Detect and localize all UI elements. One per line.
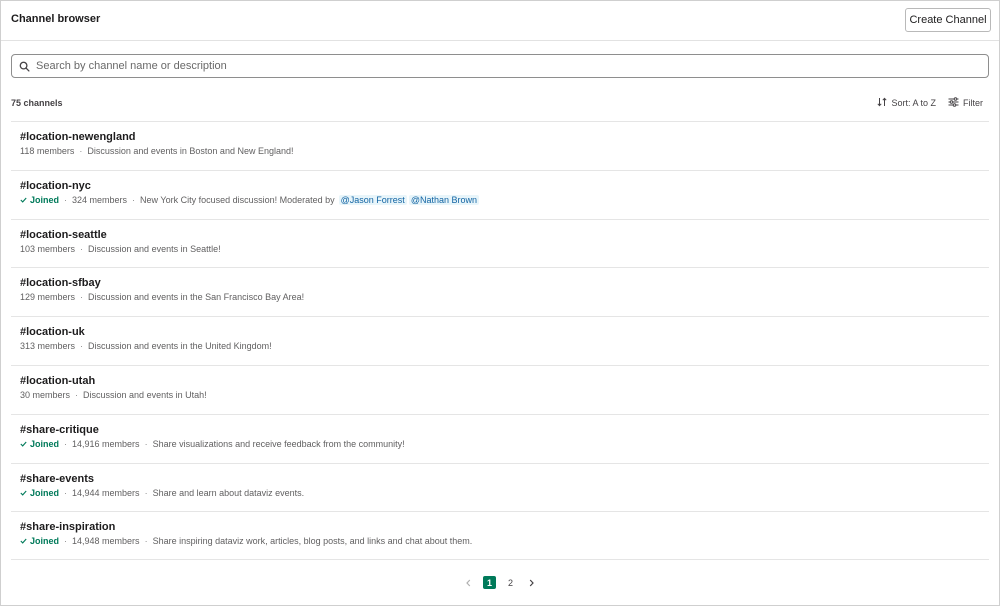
channel-row[interactable]: #location-uk 313 members · Discussion and e… [11, 316, 989, 365]
channel-description: Discussion and events in Utah! [83, 389, 207, 400]
channel-row[interactable]: #share-inspiration Joined · 14,948 members ·… [11, 511, 989, 561]
channel-description: Discussion and events in the San Francis… [88, 292, 305, 303]
channel-name[interactable]: #share-critique [20, 424, 99, 436]
channel-name[interactable]: #location-seattle [20, 229, 107, 241]
chevron-left-icon[interactable] [462, 576, 475, 589]
check-icon [20, 441, 27, 447]
channel-row[interactable]: #share-critique Joined · 14,916 members · Sha… [11, 413, 989, 463]
joined-badge: Joined [20, 488, 59, 498]
check-icon [20, 197, 27, 203]
channel-description: Share visualizations and receive feedbac… [152, 438, 405, 449]
channel-count: 75 channels [11, 98, 63, 108]
channel-name[interactable]: #share-inspiration [20, 521, 115, 533]
member-count: 129 members [20, 292, 76, 303]
member-count: 14,944 members [72, 487, 140, 498]
check-icon [20, 539, 27, 545]
page-2-button[interactable]: 2 [504, 576, 517, 589]
channel-name[interactable]: #location-nyc [20, 180, 91, 192]
channel-row[interactable]: #location-nyc Joined · 324 members · New York… [11, 169, 989, 219]
channel-row[interactable]: #location-utah 30 members · Discussion and … [11, 364, 989, 414]
check-icon [20, 490, 27, 496]
page-1-button[interactable]: 1 [483, 576, 496, 589]
channel-meta: Joined · 324 members · New York City focused… [20, 194, 479, 205]
separator-dot: · [144, 487, 148, 498]
channel-row[interactable]: #share-events Joined · 14,944 members · Share… [11, 462, 989, 512]
page-title: Channel browser [11, 13, 101, 25]
channel-meta: 118 members · Discussion and events in Bos… [20, 146, 294, 156]
channel-meta: Joined · 14,948 members · Share inspiring da… [20, 536, 472, 546]
channel-name[interactable]: #location-newengland [20, 131, 136, 143]
chevron-right-icon[interactable] [525, 576, 538, 589]
channel-name[interactable]: #location-uk [20, 326, 85, 338]
separator-dot: · [64, 487, 68, 498]
separator-dot: · [64, 438, 68, 449]
member-count: 324 members [72, 194, 128, 205]
user-mention[interactable]: @Nathan Brown [408, 194, 479, 205]
member-count: 118 members [20, 146, 75, 156]
separator-dot: · [75, 389, 79, 400]
channel-description: Share inspiring dataviz work, articles, … [152, 536, 473, 547]
channel-meta: 30 members · Discussion and events in Utah… [20, 390, 207, 400]
channel-row[interactable]: #location-newengland 118 members · Discussi… [11, 121, 989, 170]
channel-meta: 313 members · Discussion and events in the… [20, 341, 272, 351]
channel-name[interactable]: #location-utah [20, 375, 95, 387]
sort-button[interactable]: Sort: A to Z [877, 97, 936, 109]
member-count: 313 members [20, 341, 76, 352]
member-count: 30 members [20, 389, 71, 400]
create-channel-button[interactable]: Create Channel [905, 8, 991, 32]
joined-label: Joined [30, 438, 60, 449]
separator-dot: · [144, 536, 148, 547]
member-count: 14,916 members [72, 438, 140, 449]
separator-dot: · [80, 341, 84, 352]
header: Channel browser Create Channel [1, 1, 999, 41]
channel-description: Discussion and events in the United King… [88, 341, 272, 352]
separator-dot: · [132, 194, 136, 205]
channel-name[interactable]: #location-sfbay [20, 277, 101, 289]
channel-row[interactable]: #location-sfbay 129 members · Discussion an… [11, 267, 989, 316]
joined-label: Joined [30, 487, 60, 498]
joined-badge: Joined [20, 439, 59, 449]
sort-icon [877, 97, 888, 109]
filter-label: Filter [963, 98, 983, 108]
list-toolbar: Sort: A to Z Filter [877, 97, 983, 109]
separator-dot: · [64, 536, 68, 547]
sort-label: Sort: A to Z [891, 98, 936, 108]
channel-row[interactable]: #location-seattle 103 members · Discussion … [11, 218, 989, 268]
joined-label: Joined [30, 194, 60, 205]
joined-label: Joined [30, 536, 60, 547]
separator-dot: · [79, 146, 83, 156]
channel-list: #location-newengland 118 members · Discussi… [11, 121, 989, 561]
channel-meta: 129 members · Discussion and events in the… [20, 292, 304, 302]
channel-description: Discussion and events in Boston and New … [87, 146, 294, 156]
joined-badge: Joined [20, 195, 59, 205]
separator-dot: · [80, 292, 84, 303]
channel-description: Discussion and events in Seattle! [88, 243, 221, 254]
pagination: 1 2 [1, 576, 999, 589]
user-mention[interactable]: @Jason Forrest [338, 194, 407, 205]
member-count: 14,948 members [72, 536, 140, 547]
channel-description: Share and learn about dataviz events. [152, 487, 305, 498]
channel-meta: Joined · 14,916 members · Share visualizatio… [20, 439, 405, 449]
channel-name[interactable]: #share-events [20, 473, 94, 485]
filter-icon [948, 97, 959, 109]
separator-dot: · [144, 438, 148, 449]
separator-dot: · [64, 194, 68, 205]
search-input[interactable] [36, 56, 988, 76]
separator-dot: · [80, 243, 84, 254]
channel-browser-window: Channel browser Create Channel 75 channe… [0, 0, 1000, 606]
channel-meta: 103 members · Discussion and events in Sea… [20, 244, 221, 254]
search-icon [12, 55, 36, 77]
member-count: 103 members [20, 243, 76, 254]
joined-badge: Joined [20, 536, 59, 546]
filter-button[interactable]: Filter [948, 97, 983, 109]
channel-meta: Joined · 14,944 members · Share and learn ab… [20, 488, 304, 498]
channel-description: New York City focused discussion! Modera… [140, 194, 335, 205]
search-box[interactable] [11, 54, 989, 78]
